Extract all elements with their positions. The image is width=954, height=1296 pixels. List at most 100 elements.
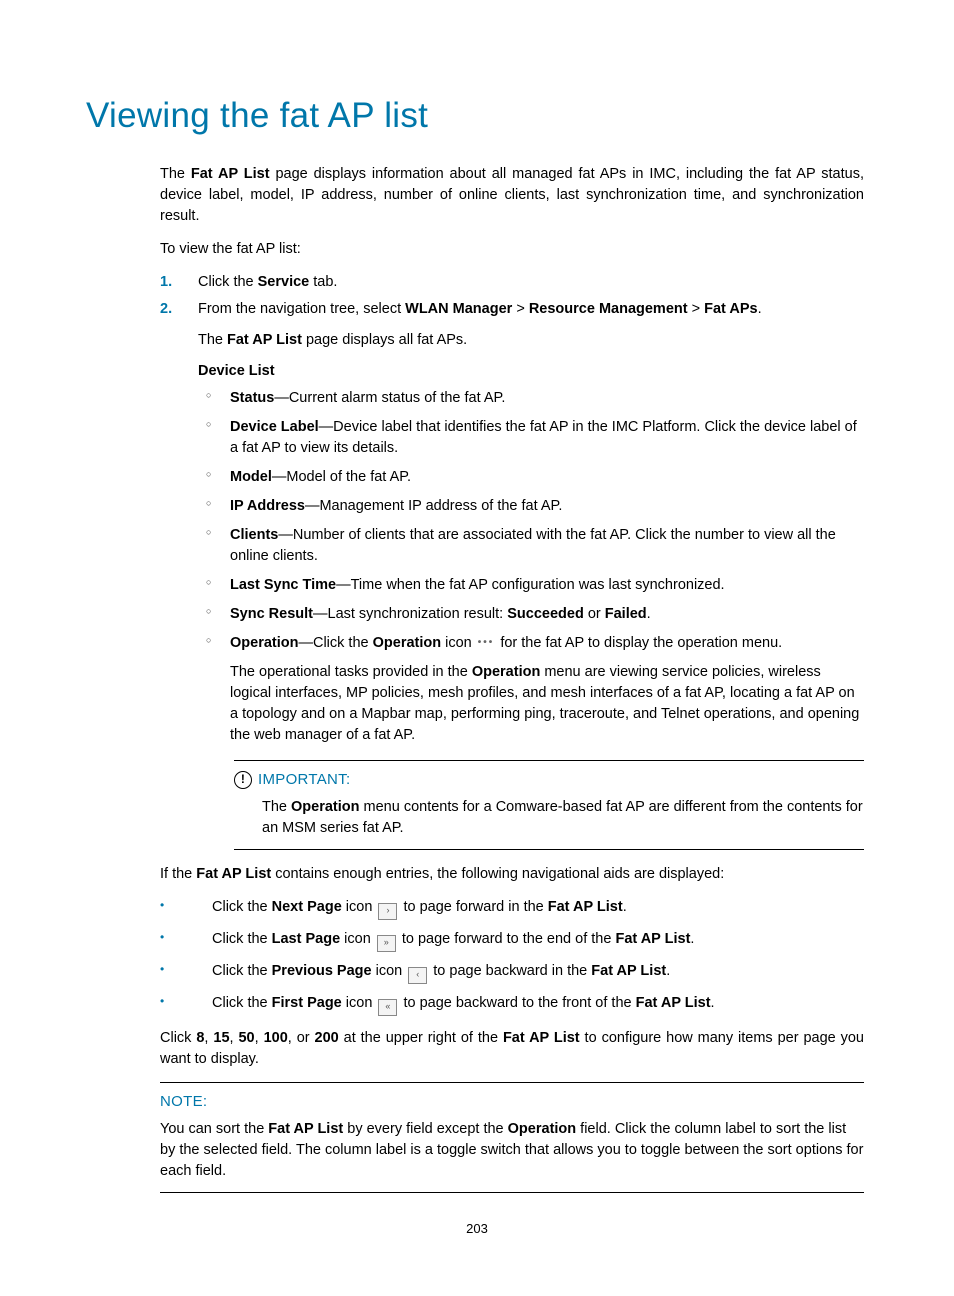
- text: The: [198, 332, 227, 348]
- text: .: [690, 931, 694, 947]
- steps-list: Click the Service tab. From the navigati…: [160, 272, 864, 850]
- field-name: Last Sync Time: [230, 577, 336, 593]
- text: page displays all fat APs.: [302, 332, 467, 348]
- text-bold: Next Page: [272, 899, 342, 915]
- text: icon: [342, 899, 377, 915]
- text: tab.: [309, 274, 337, 290]
- text-bold: 200: [315, 1030, 339, 1046]
- document-page: Viewing the fat AP list The Fat AP List …: [0, 0, 954, 1296]
- text-bold: WLAN Manager: [405, 301, 512, 317]
- next-page-icon: ›: [378, 903, 397, 920]
- first-page-icon: «: [378, 999, 397, 1016]
- text: The: [160, 166, 191, 182]
- text: .: [666, 963, 670, 979]
- text: Click the: [212, 995, 272, 1011]
- text: icon: [340, 931, 375, 947]
- text-bold: Failed: [605, 606, 647, 622]
- device-list-label: Device List: [198, 361, 864, 382]
- text: , or: [288, 1030, 315, 1046]
- important-label: IMPORTANT:: [258, 769, 350, 791]
- field-name: IP Address: [230, 498, 305, 514]
- text: at the upper right of the: [339, 1030, 503, 1046]
- text: Click: [160, 1030, 196, 1046]
- step-1: Click the Service tab.: [160, 272, 864, 293]
- text: or: [584, 606, 605, 622]
- text-bold: Operation: [291, 799, 359, 815]
- field-clients: Clients—Number of clients that are assoc…: [198, 525, 864, 567]
- text-bold: Previous Page: [272, 963, 372, 979]
- step-2: From the navigation tree, select WLAN Ma…: [160, 299, 864, 850]
- text: .: [623, 899, 627, 915]
- text-bold: Fat AP List: [503, 1030, 580, 1046]
- text-bold: 100: [264, 1030, 288, 1046]
- nav-next: Click the Next Page icon › to page forwa…: [160, 897, 864, 920]
- nav-prev: Click the Previous Page icon ‹ to page b…: [160, 961, 864, 984]
- field-desc: —Time when the fat AP configuration was …: [336, 577, 724, 593]
- field-desc: —Management IP address of the fat AP.: [305, 498, 562, 514]
- text: The: [262, 799, 291, 815]
- field-name: Device Label: [230, 419, 319, 435]
- text-bold: Fat AP List: [615, 931, 690, 947]
- operation-dots-icon: •••: [478, 636, 495, 651]
- field-desc: —Device label that identifies the fat AP…: [230, 419, 857, 456]
- text-bold: Operation: [508, 1121, 576, 1137]
- text: icon: [372, 963, 407, 979]
- note-label: NOTE:: [160, 1091, 864, 1113]
- intro-paragraph: The Fat AP List page displays informatio…: [160, 164, 864, 227]
- text-bold: Fat AP List: [548, 899, 623, 915]
- nav-first: Click the First Page icon « to page back…: [160, 993, 864, 1016]
- field-name: Model: [230, 469, 272, 485]
- important-callout: ! IMPORTANT: The Operation menu contents…: [234, 760, 864, 850]
- text: You can sort the: [160, 1121, 268, 1137]
- pager-paragraph: Click 8, 15, 50, 100, or 200 at the uppe…: [160, 1028, 864, 1070]
- field-desc: —Number of clients that are associated w…: [230, 527, 836, 564]
- field-status: Status—Current alarm status of the fat A…: [198, 388, 864, 409]
- text: .: [711, 995, 715, 1011]
- exclamation-icon: !: [234, 771, 252, 789]
- prev-page-icon: ‹: [408, 967, 427, 984]
- text: .: [647, 606, 651, 622]
- field-name: Operation: [230, 635, 298, 651]
- text: —Click the: [298, 635, 372, 651]
- text-bold: Last Page: [272, 931, 341, 947]
- field-name: Clients: [230, 527, 278, 543]
- page-number: 203: [0, 1221, 954, 1236]
- text: icon: [342, 995, 377, 1011]
- text-bold: Fat AP List: [268, 1121, 343, 1137]
- text: >: [688, 301, 705, 317]
- important-body: The Operation menu contents for a Comwar…: [262, 797, 864, 839]
- field-desc: —Model of the fat AP.: [272, 469, 411, 485]
- text-bold: Fat AP List: [636, 995, 711, 1011]
- field-model: Model—Model of the fat AP.: [198, 467, 864, 488]
- text-bold: Fat AP List: [191, 166, 270, 182]
- text-bold: Fat APs: [704, 301, 757, 317]
- operation-extra: The operational tasks provided in the Op…: [230, 662, 864, 746]
- text: Click the: [212, 963, 272, 979]
- text-bold: Fat AP List: [227, 332, 302, 348]
- text-bold: 50: [238, 1030, 254, 1046]
- text: .: [758, 301, 762, 317]
- nav-last: Click the Last Page icon » to page forwa…: [160, 929, 864, 952]
- text: >: [512, 301, 529, 317]
- text-bold: Fat AP List: [591, 963, 666, 979]
- text: If the: [160, 866, 196, 882]
- field-name: Status: [230, 390, 274, 406]
- note-callout: NOTE: You can sort the Fat AP List by ev…: [160, 1082, 864, 1193]
- field-name: Sync Result: [230, 606, 313, 622]
- step-2-result: The Fat AP List page displays all fat AP…: [198, 330, 864, 351]
- important-header: ! IMPORTANT:: [234, 769, 864, 791]
- text-bold: 15: [213, 1030, 229, 1046]
- text: Click the: [212, 931, 272, 947]
- text: to page backward to the front of the: [399, 995, 635, 1011]
- text-bold: Operation: [472, 664, 540, 680]
- text: to page backward in the: [429, 963, 591, 979]
- text-bold: Service: [258, 274, 310, 290]
- device-fields-list: Status—Current alarm status of the fat A…: [198, 388, 864, 746]
- text-bold: Operation: [373, 635, 441, 651]
- to-view-line: To view the fat AP list:: [160, 239, 864, 260]
- text: —Last synchronization result:: [313, 606, 507, 622]
- nav-intro: If the Fat AP List contains enough entri…: [160, 864, 864, 885]
- last-page-icon: »: [377, 935, 396, 952]
- text: ,: [255, 1030, 264, 1046]
- text: Click the: [212, 899, 272, 915]
